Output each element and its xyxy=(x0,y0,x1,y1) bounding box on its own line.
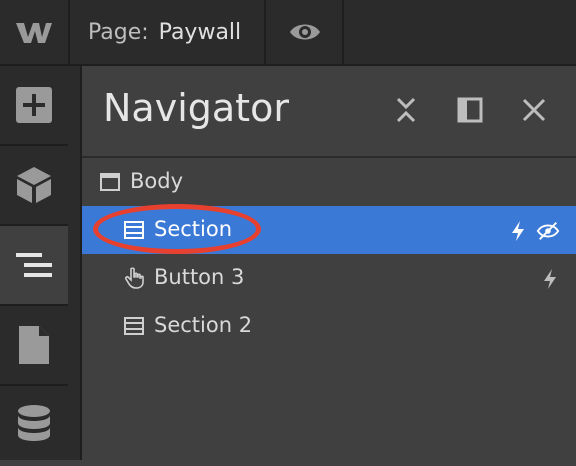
pages-icon xyxy=(19,326,49,364)
hand-pointer-icon xyxy=(123,267,145,289)
preview-button[interactable] xyxy=(268,0,344,64)
tree-row-button-3[interactable]: Button 3 xyxy=(82,254,576,302)
top-bar: Page: Paywall xyxy=(0,0,576,66)
tree-row-label: Body xyxy=(130,169,184,193)
webflow-logo-icon xyxy=(16,23,52,43)
section-icon xyxy=(123,315,145,337)
body-icon xyxy=(99,171,121,193)
lightning-icon[interactable] xyxy=(506,219,530,243)
page-selector[interactable]: Page: Paywall xyxy=(70,0,266,64)
close-icon xyxy=(522,98,546,122)
collapse-icon xyxy=(396,97,416,123)
navigator-icon xyxy=(16,253,52,277)
page-label: Page: xyxy=(88,19,149,45)
tree-row-section[interactable]: Section xyxy=(82,206,576,254)
add-elements-button[interactable] xyxy=(0,66,68,146)
left-rail xyxy=(0,66,70,460)
database-icon xyxy=(18,405,50,441)
lightning-icon[interactable] xyxy=(538,267,562,291)
tree-row-label: Button 3 xyxy=(154,265,245,289)
dock-panel-button[interactable] xyxy=(454,94,486,126)
cms-button[interactable] xyxy=(0,386,68,466)
eye-icon xyxy=(290,24,320,40)
symbols-button[interactable] xyxy=(0,146,68,226)
panel-header: Navigator xyxy=(82,66,576,158)
rail-divider xyxy=(68,66,82,460)
tree-row-label: Section xyxy=(154,217,233,241)
pages-button[interactable] xyxy=(0,306,68,386)
collapse-all-button[interactable] xyxy=(390,94,422,126)
dock-panel-icon xyxy=(457,97,483,123)
navigator-panel: Navigator Body Section Button 3 Section … xyxy=(82,66,576,460)
tree-row-label: Section 2 xyxy=(154,313,253,337)
page-name: Paywall xyxy=(158,19,242,45)
tree-row-section-2[interactable]: Section 2 xyxy=(82,302,576,350)
panel-title: Navigator xyxy=(103,86,289,130)
eye-off-icon[interactable] xyxy=(536,219,560,243)
logo-button[interactable] xyxy=(0,0,70,64)
section-icon xyxy=(123,219,145,241)
tree-row-body[interactable]: Body xyxy=(82,158,576,206)
cube-icon xyxy=(17,167,51,203)
add-icon xyxy=(16,87,52,123)
close-panel-button[interactable] xyxy=(518,94,550,126)
navigator-button[interactable] xyxy=(0,226,68,306)
